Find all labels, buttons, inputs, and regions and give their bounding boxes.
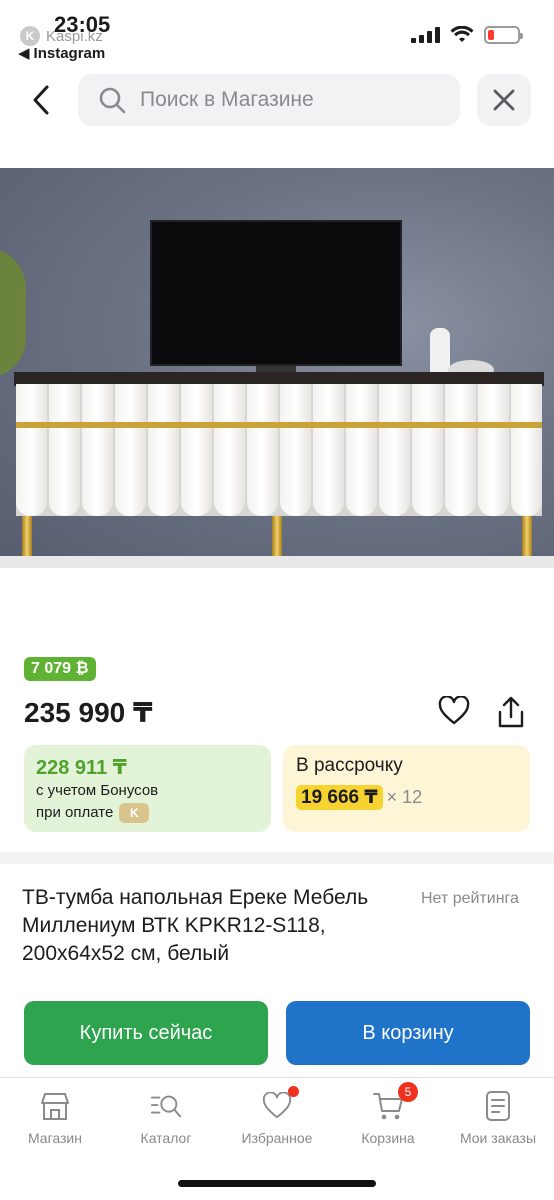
- store-icon: [39, 1090, 71, 1122]
- installment-months: × 12: [386, 787, 423, 807]
- gold-trim: [16, 422, 542, 428]
- product-title: ТВ-тумба напольная Ереке Мебель Миллениу…: [22, 886, 369, 965]
- product-image[interactable]: [0, 168, 554, 568]
- nav-item-catalog[interactable]: Каталог: [111, 1090, 221, 1146]
- signal-icon: [411, 27, 440, 43]
- nav-item-cart[interactable]: 5 Корзина: [333, 1082, 443, 1146]
- close-icon: [493, 89, 515, 111]
- cabinet-leg: [522, 516, 532, 556]
- favorite-button[interactable]: [437, 694, 471, 728]
- search-placeholder: Поиск в Магазине: [140, 88, 314, 111]
- share-icon: [498, 696, 524, 728]
- cabinet-leg: [272, 516, 282, 556]
- bonus-line1: с учетом Бонусов: [36, 782, 159, 799]
- tv-screen: [150, 220, 402, 366]
- heart-icon: [438, 696, 470, 725]
- nav-label: Магазин: [27, 1130, 82, 1146]
- installment-monthly: 19 666 ₸: [296, 785, 383, 810]
- cart-count-badge: 5: [398, 1082, 418, 1102]
- notification-dot: [288, 1086, 299, 1097]
- orders-icon: [482, 1090, 514, 1122]
- nav-item-favorites[interactable]: Избранное: [222, 1086, 332, 1146]
- kaspi-bonus-icon: K: [119, 803, 150, 823]
- nav-label: Корзина: [361, 1130, 415, 1146]
- back-button[interactable]: [26, 82, 56, 118]
- section-divider: [0, 852, 554, 864]
- rating-status[interactable]: Нет рейтинга: [421, 890, 519, 908]
- cabinet-body: [16, 384, 542, 516]
- bonus-price-card[interactable]: 228 911 ₸ с учетом Бонусов при оплате K: [24, 745, 271, 832]
- clock: 23:05: [54, 12, 111, 37]
- status-icons: [411, 26, 523, 44]
- nav-label: Каталог: [140, 1130, 192, 1146]
- close-button[interactable]: [477, 74, 531, 126]
- back-triangle-icon: ◀: [18, 45, 30, 62]
- statue-decor: [430, 328, 450, 376]
- heart-icon: [261, 1086, 299, 1122]
- nav-label: Мои заказы: [459, 1130, 537, 1146]
- bonus-line2: при оплате: [36, 804, 114, 821]
- nav-label: Избранное: [241, 1130, 313, 1146]
- nav-item-store[interactable]: Магазин: [0, 1090, 110, 1146]
- nav-item-orders[interactable]: Мои заказы: [443, 1090, 553, 1146]
- back-to-app-link[interactable]: ◀ Instagram: [18, 44, 106, 63]
- cart-icon: 5: [372, 1082, 418, 1122]
- installment-label: В рассрочку: [296, 755, 403, 776]
- battery-icon: [484, 26, 523, 44]
- kaspi-logo-icon: K: [20, 26, 40, 46]
- status-bar: K Kaspi.kz 23:05 ◀ Instagram: [0, 0, 554, 66]
- installment-card[interactable]: В рассрочку 19 666 ₸ × 12: [283, 745, 530, 832]
- add-to-cart-button[interactable]: В корзину: [286, 1001, 530, 1065]
- buy-now-button[interactable]: Купить сейчас: [24, 1001, 268, 1065]
- search-icon: [99, 87, 126, 114]
- bonus-badge: 7 079 ₿: [24, 657, 96, 681]
- search-input[interactable]: Поиск в Магазине: [78, 74, 460, 126]
- share-button[interactable]: [494, 694, 528, 730]
- bonus-price: 228 911 ₸: [36, 757, 127, 779]
- search-header: Поиск в Магазине: [0, 70, 554, 130]
- cabinet-leg: [22, 516, 32, 556]
- catalog-search-icon: [150, 1090, 182, 1122]
- product-price: 235 990 ₸: [24, 697, 153, 728]
- chevron-left-icon: [33, 85, 49, 115]
- home-indicator[interactable]: [178, 1180, 376, 1187]
- wifi-icon: [450, 26, 474, 42]
- back-app-label: Instagram: [33, 44, 106, 62]
